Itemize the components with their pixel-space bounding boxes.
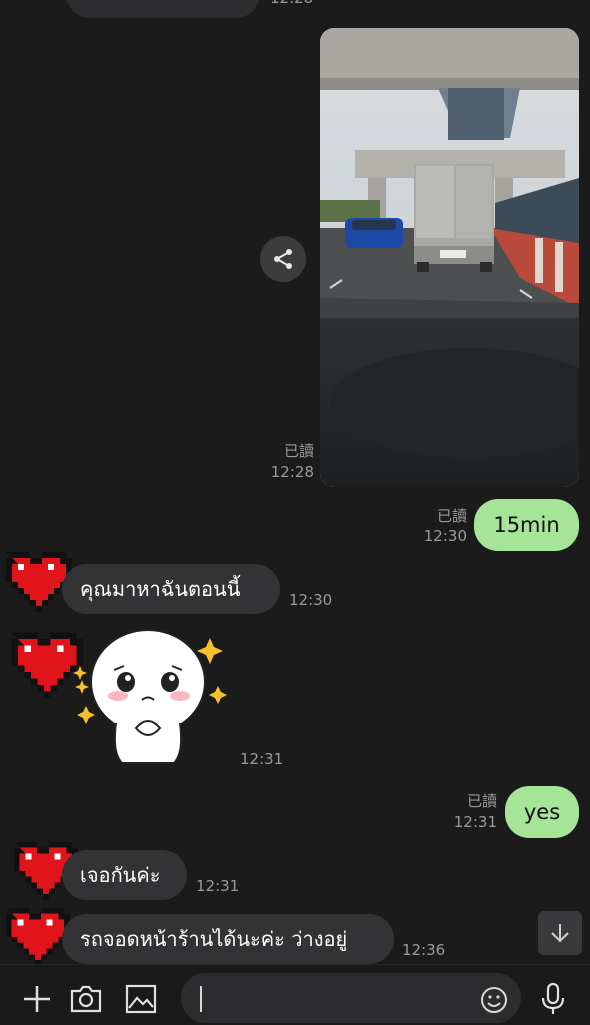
traffic-photo <box>320 28 579 487</box>
message-time: 12:31 <box>240 750 284 768</box>
plus-icon[interactable] <box>22 984 52 1014</box>
emoji-icon[interactable] <box>479 985 509 1015</box>
previous-message-time: 12:28 <box>270 0 320 8</box>
message-time: 12:30 <box>289 591 333 609</box>
message-input[interactable] <box>181 973 521 1023</box>
crying-face-sticker[interactable] <box>70 628 235 773</box>
photo-message[interactable] <box>320 28 579 487</box>
previous-message-bubble <box>66 0 260 18</box>
heart-sticker-icon <box>5 907 70 966</box>
message-time: 12:30 <box>423 527 467 545</box>
scroll-down-button[interactable] <box>538 911 582 955</box>
image-icon[interactable] <box>124 983 158 1015</box>
heart-sticker-icon <box>6 552 72 612</box>
text-caret <box>200 986 202 1012</box>
camera-icon[interactable] <box>69 983 103 1015</box>
read-receipt: 已讀 <box>436 507 467 525</box>
read-receipt: 已讀 <box>283 442 314 460</box>
microphone-icon[interactable] <box>540 982 566 1016</box>
share-icon <box>274 249 292 269</box>
message-time: 12:31 <box>196 877 240 895</box>
scroll-down-icon <box>551 924 569 943</box>
message-time: 12:31 <box>453 813 497 831</box>
incoming-message-bubble[interactable]: รถจอดหน้าร้านได้นะค่ะ ว่างอยู่ <box>62 914 394 964</box>
incoming-message-bubble[interactable]: คุณมาหาฉันตอนนี้ <box>62 564 280 614</box>
message-time: 12:36 <box>402 941 446 959</box>
share-button[interactable] <box>260 236 306 282</box>
incoming-message-bubble[interactable]: เจอกันค่ะ <box>62 850 187 900</box>
message-time: 12:28 <box>270 463 314 481</box>
outgoing-message-bubble[interactable]: 15min <box>474 499 579 551</box>
outgoing-message-bubble[interactable]: yes <box>505 786 579 838</box>
read-receipt: 已讀 <box>466 792 497 810</box>
